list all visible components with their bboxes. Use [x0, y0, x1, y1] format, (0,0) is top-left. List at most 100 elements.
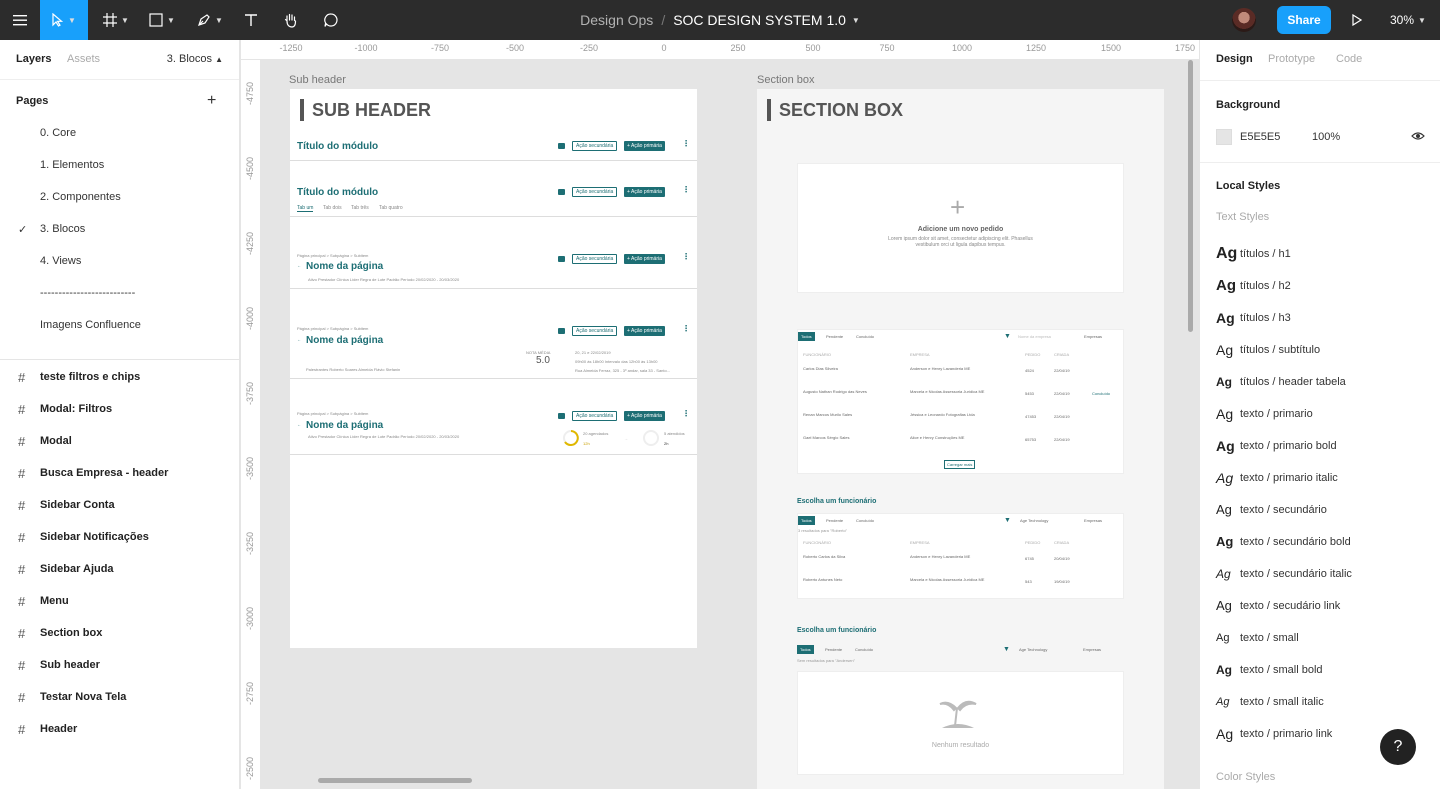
filter-tab-active[interactable]: Todos — [797, 645, 814, 654]
tab-prototype[interactable]: Prototype — [1268, 53, 1315, 65]
frame-label-sub-header[interactable]: Sub header — [289, 74, 346, 86]
text-style-item[interactable]: Ag texto / secudário link — [1216, 590, 1436, 622]
text-style-item[interactable]: Ag títulos / subtítulo — [1216, 334, 1436, 366]
main-menu-button[interactable] — [0, 0, 40, 40]
filter-icon[interactable]: ▼ — [1003, 646, 1010, 653]
text-style-item[interactable]: Ag texto / small — [1216, 622, 1436, 654]
frame-label-section-box[interactable]: Section box — [757, 74, 814, 86]
layer-item[interactable]: # Busca Empresa - header — [0, 457, 239, 489]
move-tool-button[interactable]: ▼ — [40, 0, 88, 40]
search-input[interactable]: Age Technology — [1019, 647, 1047, 652]
project-name[interactable]: Design Ops — [580, 12, 653, 28]
background-opacity[interactable]: 100% — [1312, 131, 1340, 143]
page-item[interactable]: 4. Views — [40, 255, 81, 267]
tab-item[interactable]: Tab quatro — [379, 205, 403, 211]
text-style-item[interactable]: Ag texto / primario — [1216, 398, 1436, 430]
filter-tab[interactable]: Concluído — [856, 334, 874, 339]
filter-tab-active[interactable]: Todos — [798, 332, 815, 341]
tab-assets[interactable]: Assets — [67, 53, 100, 65]
file-name[interactable]: SOC DESIGN SYSTEM 1.0 — [673, 12, 846, 28]
layer-item[interactable]: # Header — [0, 713, 239, 745]
sub-header-frame[interactable]: SUB HEADER Título do módulo Ação secundá… — [290, 89, 697, 648]
layer-item[interactable]: # teste filtros e chips — [0, 361, 239, 393]
filter-tab[interactable]: Pendente — [825, 647, 842, 652]
secondary-action-button[interactable]: Ação secundária — [572, 254, 618, 264]
primary-action-button[interactable]: + Ação primária — [624, 411, 665, 421]
text-style-item[interactable]: Ag texto / secundário bold — [1216, 526, 1436, 558]
search-input[interactable]: Nome da empresa — [1018, 334, 1051, 339]
filter-tab-active[interactable]: Todos — [798, 516, 815, 525]
page-item[interactable]: Imagens Confluence — [40, 319, 141, 331]
page-selector[interactable]: 3. Blocos ▲ — [167, 53, 223, 65]
eye-icon[interactable] — [1411, 131, 1425, 141]
add-page-icon[interactable]: + — [207, 92, 216, 110]
page-item[interactable]: 1. Elementos — [40, 159, 104, 171]
more-icon[interactable]: ⋮ — [682, 324, 690, 333]
share-button[interactable]: Share — [1277, 6, 1331, 34]
page-item[interactable]: 0. Core — [40, 127, 76, 139]
filter-tab[interactable]: Pendente — [826, 518, 843, 523]
tab-item[interactable]: Tab três — [351, 205, 369, 211]
hand-tool-button[interactable] — [276, 0, 306, 40]
filter-tab[interactable]: Pendente — [826, 334, 843, 339]
background-swatch[interactable] — [1216, 129, 1232, 145]
tab-layers[interactable]: Layers — [16, 53, 51, 65]
primary-action-button[interactable]: + Ação primária — [624, 141, 665, 151]
text-style-item[interactable]: Ag texto / small italic — [1216, 686, 1436, 718]
text-style-item[interactable]: Ag títulos / h1 — [1216, 238, 1436, 270]
company-select[interactable]: Empresas — [1083, 647, 1101, 652]
secondary-action-button[interactable]: Ação secundária — [572, 326, 618, 336]
shape-tool-button[interactable]: ▼ — [142, 0, 182, 40]
add-order-card[interactable]: + Adicione um novo pedido Lorem ipsum do… — [797, 163, 1124, 293]
back-arrow-icon[interactable]: ← — [297, 422, 301, 427]
tab-design[interactable]: Design — [1216, 53, 1253, 65]
company-select[interactable]: Empresas — [1084, 334, 1102, 339]
more-icon[interactable]: ⋮ — [682, 252, 690, 261]
filter-icon[interactable]: ▼ — [1004, 517, 1011, 524]
filter-tab[interactable]: Concluído — [855, 647, 873, 652]
layer-item[interactable]: # Testar Nova Tela — [0, 681, 239, 713]
text-style-item[interactable]: Ag texto / secundário italic — [1216, 558, 1436, 590]
search-input[interactable]: Age Technology — [1020, 518, 1048, 523]
page-item[interactable]: 2. Componentes — [40, 191, 121, 203]
primary-action-button[interactable]: + Ação primária — [624, 254, 665, 264]
tab-item[interactable]: Tab um — [297, 205, 314, 212]
section-box-frame[interactable]: SECTION BOX + Adicione um novo pedido Lo… — [757, 89, 1164, 789]
layer-item[interactable]: # Section box — [0, 617, 239, 649]
text-style-item[interactable]: Ag títulos / header tabela — [1216, 366, 1436, 398]
text-style-item[interactable]: Ag títulos / h3 — [1216, 302, 1436, 334]
load-more-button[interactable]: Carregar mais — [944, 460, 976, 469]
text-style-item[interactable]: Ag texto / secundário — [1216, 494, 1436, 526]
filter-tab[interactable]: Concluído — [856, 518, 874, 523]
filter-icon[interactable]: ▼ — [1004, 333, 1011, 340]
tab-item[interactable]: Tab dois — [323, 205, 342, 211]
frame-tool-button[interactable]: ▼ — [96, 0, 136, 40]
chevron-down-icon[interactable]: ▼ — [852, 16, 860, 25]
layer-item[interactable]: # Modal: Filtros — [0, 393, 239, 425]
secondary-action-button[interactable]: Ação secundária — [572, 141, 618, 151]
layer-item[interactable]: # Sidebar Ajuda — [0, 553, 239, 585]
primary-action-button[interactable]: + Ação primária — [624, 187, 665, 197]
secondary-action-button[interactable]: Ação secundária — [572, 411, 618, 421]
more-icon[interactable]: ⋮ — [682, 185, 690, 194]
comment-tool-button[interactable] — [316, 0, 346, 40]
primary-action-button[interactable]: + Ação primária — [624, 326, 665, 336]
company-select[interactable]: Empresas — [1084, 518, 1102, 523]
back-arrow-icon[interactable]: ← — [297, 337, 301, 342]
present-button[interactable] — [1344, 0, 1370, 40]
canvas[interactable]: Sub header SUB HEADER Título do módulo A… — [261, 61, 1199, 789]
pen-tool-button[interactable]: ▼ — [190, 0, 230, 40]
text-style-item[interactable]: Ag títulos / h2 — [1216, 270, 1436, 302]
secondary-action-button[interactable]: Ação secundária — [572, 187, 618, 197]
text-style-item[interactable]: Ag texto / primario italic — [1216, 462, 1436, 494]
page-item-selected[interactable]: 3. Blocos — [40, 223, 85, 235]
row-action-link[interactable]: Concluído — [1092, 391, 1110, 396]
more-icon[interactable]: ⋮ — [682, 139, 690, 148]
background-hex[interactable]: E5E5E5 — [1240, 131, 1280, 143]
horizontal-scrollbar[interactable] — [318, 778, 472, 783]
text-style-item[interactable]: Ag texto / primario bold — [1216, 430, 1436, 462]
text-tool-button[interactable] — [236, 0, 266, 40]
layer-item[interactable]: # Menu — [0, 585, 239, 617]
user-avatar[interactable] — [1232, 8, 1256, 32]
vertical-scrollbar[interactable] — [1188, 60, 1193, 332]
